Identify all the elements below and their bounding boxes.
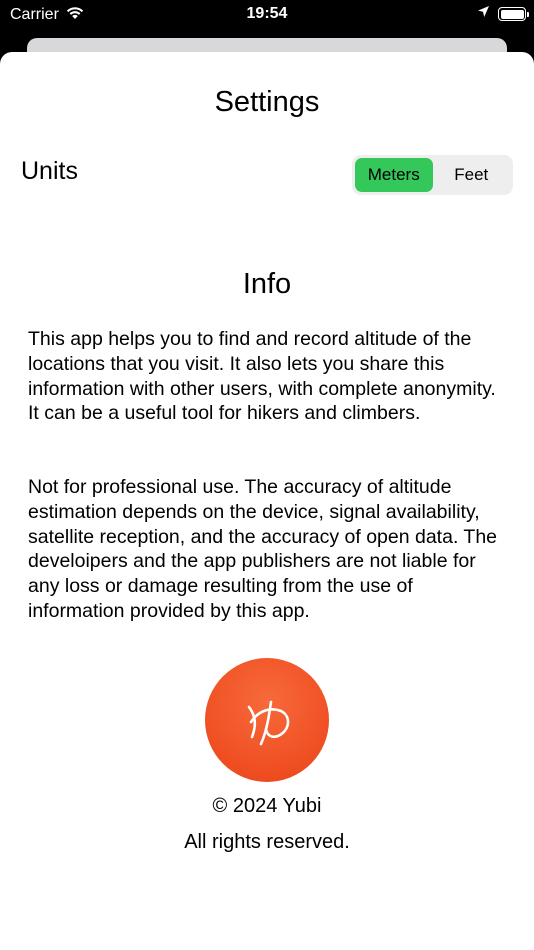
battery-full-icon xyxy=(498,7,529,21)
yubi-logo-icon xyxy=(205,658,329,782)
units-segmented-control[interactable]: Meters Feet xyxy=(352,155,513,195)
status-time: 19:54 xyxy=(246,5,288,22)
units-label: Units xyxy=(21,157,78,185)
info-paragraph-disclaimer: Not for professional use. The accuracy o… xyxy=(28,476,498,622)
location-arrow-icon xyxy=(477,5,490,23)
segment-feet[interactable]: Feet xyxy=(433,158,511,192)
copyright-text: © 2024 Yubi xyxy=(212,795,322,817)
rights-text: All rights reserved. xyxy=(184,831,350,853)
info-title: Info xyxy=(242,268,292,300)
status-right xyxy=(477,5,529,23)
settings-title: Settings xyxy=(214,86,320,118)
segment-meters[interactable]: Meters xyxy=(355,158,433,192)
status-bar: Carrier 19:54 xyxy=(0,0,534,30)
info-paragraph-about: This app helps you to find and record al… xyxy=(28,328,496,425)
